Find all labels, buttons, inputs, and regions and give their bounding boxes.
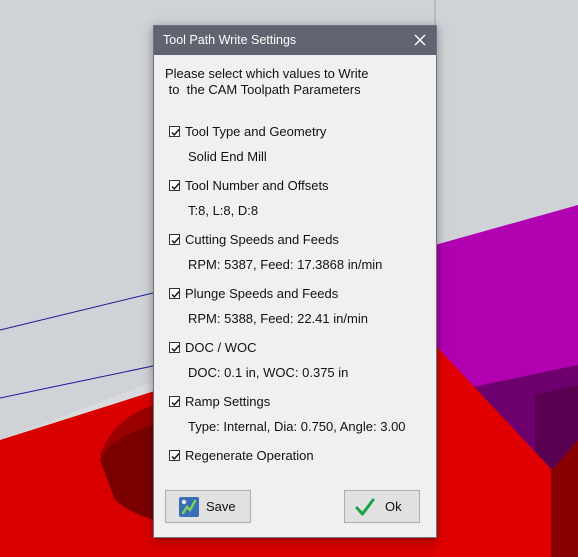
tool-type-label: Tool Type and Geometry	[185, 123, 327, 139]
tool-number-value: T:8, L:8, D:8	[188, 203, 259, 218]
tool-path-write-settings-dialog: Tool Path Write Settings Please select w…	[153, 25, 437, 538]
cutting-speeds-label: Cutting Speeds and Feeds	[185, 231, 339, 247]
doc-woc-label: DOC / WOC	[185, 339, 257, 355]
plunge-speeds-checkbox[interactable]	[169, 287, 180, 299]
regenerate-checkbox[interactable]	[169, 449, 180, 461]
cutting-speeds-value: RPM: 5387, Feed: 17.3868 in/min	[188, 257, 383, 272]
ok-button[interactable]: Ok	[344, 490, 420, 523]
close-button[interactable]	[408, 29, 432, 51]
save-button-label: Save	[206, 499, 236, 514]
option-ramp-settings[interactable]: Ramp Settings	[169, 393, 270, 409]
doc-woc-checkbox[interactable]	[169, 341, 180, 353]
option-cutting-speeds[interactable]: Cutting Speeds and Feeds	[169, 231, 339, 247]
save-icon	[179, 496, 199, 517]
intro-text: Please select which values to Write to t…	[165, 66, 369, 97]
save-button[interactable]: Save	[165, 490, 251, 523]
option-doc-woc[interactable]: DOC / WOC	[169, 339, 257, 355]
tool-type-checkbox[interactable]	[169, 125, 180, 137]
close-icon	[414, 34, 426, 46]
cutting-speeds-checkbox[interactable]	[169, 233, 180, 245]
tool-number-label: Tool Number and Offsets	[185, 177, 329, 193]
option-tool-type[interactable]: Tool Type and Geometry	[169, 123, 326, 139]
plunge-speeds-label: Plunge Speeds and Feeds	[185, 285, 339, 301]
ok-button-label: Ok	[385, 499, 402, 514]
option-plunge-speeds[interactable]: Plunge Speeds and Feeds	[169, 285, 338, 301]
tool-number-checkbox[interactable]	[169, 179, 180, 191]
regenerate-label: Regenerate Operation	[185, 447, 314, 463]
tool-type-value: Solid End Mill	[188, 149, 267, 164]
checkmark-icon	[355, 498, 375, 515]
ramp-settings-checkbox[interactable]	[169, 395, 180, 407]
dialog-title: Tool Path Write Settings	[163, 33, 297, 47]
ramp-settings-value: Type: Internal, Dia: 0.750, Angle: 3.00	[188, 419, 406, 434]
ramp-settings-label: Ramp Settings	[185, 393, 271, 409]
dialog-titlebar[interactable]: Tool Path Write Settings	[154, 26, 436, 55]
option-regenerate[interactable]: Regenerate Operation	[169, 447, 314, 463]
doc-woc-value: DOC: 0.1 in, WOC: 0.375 in	[188, 365, 349, 380]
plunge-speeds-value: RPM: 5388, Feed: 22.41 in/min	[188, 311, 368, 326]
option-tool-number[interactable]: Tool Number and Offsets	[169, 177, 329, 193]
